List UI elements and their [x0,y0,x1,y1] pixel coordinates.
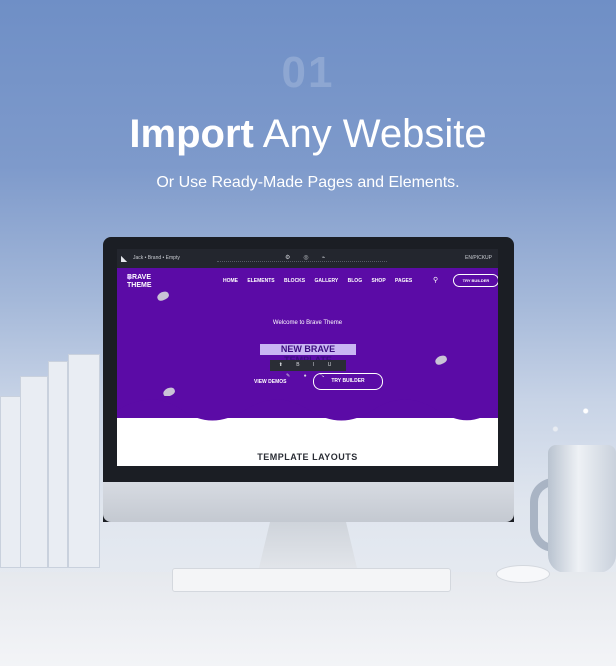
feather-decoration [433,353,449,367]
hero-wave [117,396,498,421]
nav-home[interactable]: HOME [223,278,238,284]
title-bold: Import [129,112,254,156]
toolbar-right-label[interactable]: EN/PICKUP [465,255,492,261]
mouse [496,565,550,583]
brand-logo[interactable]: ◆ BRAVE THEME [127,274,152,290]
subtitle: Or Use Ready-Made Pages and Elements. [156,174,460,191]
toolbar-divider [217,261,387,262]
website-preview: ◆ BRAVE THEME HOME ELEMENTS BLOCKS GALLE… [117,268,498,466]
editor-logo-icon[interactable]: ◣ [121,254,130,263]
toolbar-icons[interactable]: ⚙◎⌁ [285,254,338,261]
nav-shop[interactable]: SHOP [371,278,385,284]
nav-blocks[interactable]: BLOCKS [284,278,305,284]
monitor-chin [103,482,514,522]
diamond-icon: ◆ [127,275,132,281]
hero-title[interactable]: NEW BRAVE TEMPLATE [260,344,356,365]
main-nav: HOME ELEMENTS BLOCKS GALLERY BLOG SHOP P… [223,278,420,284]
nav-pages[interactable]: PAGES [395,278,412,284]
books-decoration [0,354,110,568]
feather-decoration [155,289,171,303]
jug-decoration [548,445,616,573]
try-builder-button[interactable]: TRY BUILDER [313,373,383,390]
monitor-stand [258,522,358,572]
view-demos-link[interactable]: VIEW DEMOS [254,379,287,385]
search-icon[interactable]: ⚲ [433,276,438,284]
editor-url: Jack • Brand • Empty [133,255,180,261]
monitor-screen: ◣ Jack • Brand • Empty ⚙◎⌁ EN/PICKUP ◆ B… [117,249,498,466]
page-title: Import Any Website [0,112,616,157]
title-light: Any Website [262,112,487,156]
step-number: 01 [281,48,335,97]
keyboard [172,568,451,592]
nav-elements[interactable]: ELEMENTS [247,278,274,284]
editor-toolbar: ◣ Jack • Brand • Empty ⚙◎⌁ EN/PICKUP [117,249,498,268]
welcome-text: Welcome to Brave Theme [272,320,343,326]
template-layouts-heading: TEMPLATE LAYOUTS [257,452,358,462]
nav-gallery[interactable]: GALLERY [315,278,339,284]
text-edit-toolbar[interactable]: ⬆ B I U ✎ ● ⤡ [270,360,346,379]
nav-blog[interactable]: BLOG [348,278,362,284]
top-try-builder-button[interactable]: TRY BUILDER [453,274,498,287]
